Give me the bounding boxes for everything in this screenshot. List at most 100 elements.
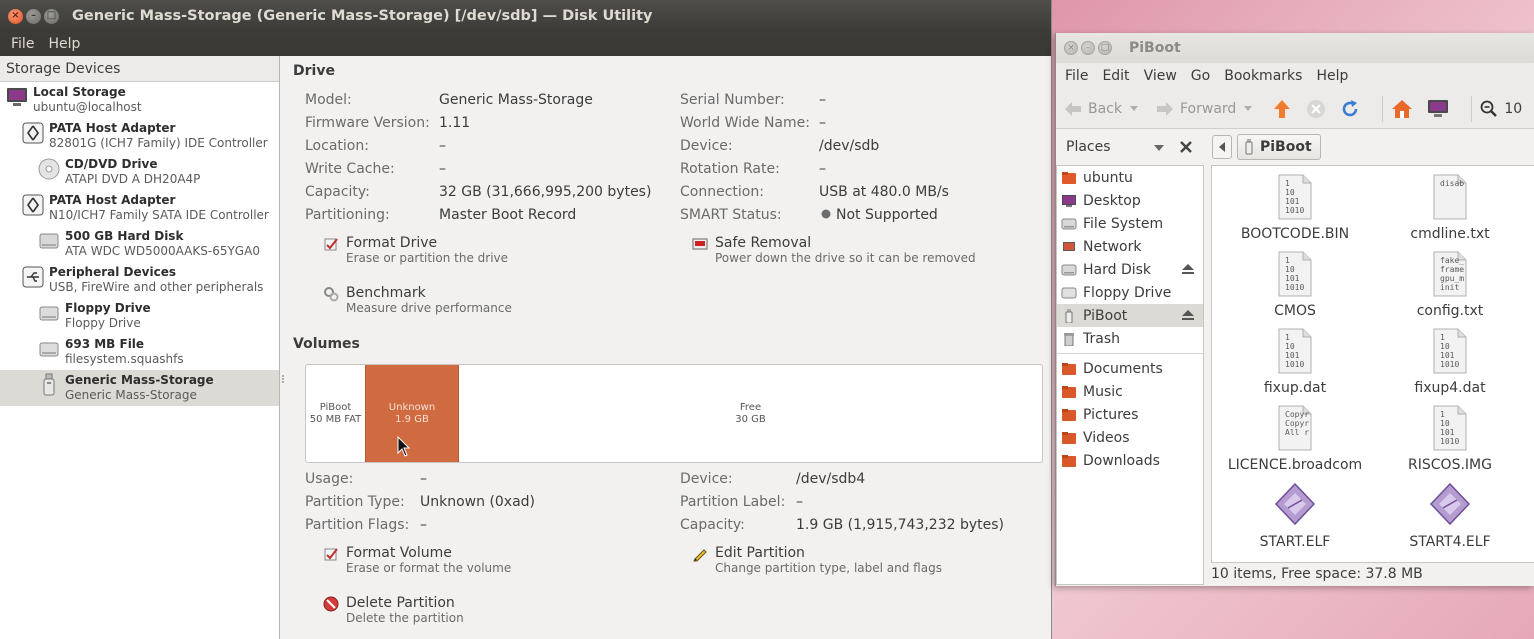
tree-item-floppy-drive[interactable]: Floppy Drive Floppy Drive — [0, 298, 279, 334]
file-preview-text: 1 10 101 1010 — [1440, 333, 1460, 369]
eject-icon[interactable] — [1181, 309, 1195, 321]
back-history-dropdown[interactable] — [1130, 105, 1144, 112]
place-label: Desktop — [1083, 192, 1141, 209]
file-item[interactable]: 1 10 101 1010 BOOTCODE.BIN — [1225, 174, 1365, 242]
tree-item-sub: ATAPI DVD A DH20A4P — [65, 172, 201, 186]
file-item[interactable]: Copyr Copyr All r LICENCE.broadcom — [1225, 405, 1365, 473]
field-label: Partition Flags: — [305, 517, 410, 533]
volume-segment-piboot[interactable]: PiBoot 50 MB FAT — [306, 365, 365, 462]
forward-button[interactable]: Forward — [1156, 101, 1236, 117]
tree-item-file-image[interactable]: 693 MB File filesystem.squashfs — [0, 334, 279, 370]
place-music[interactable]: Music — [1057, 380, 1203, 403]
menu-view[interactable]: View — [1137, 68, 1184, 84]
volume-capacity-row: Capacity: 1.9 GB (1,915,743,232 bytes) — [680, 517, 1004, 533]
place-label: Documents — [1083, 360, 1163, 377]
computer-button[interactable] — [1427, 99, 1455, 119]
minimize-window-button[interactable]: – — [1081, 41, 1095, 55]
minimize-window-button[interactable]: – — [26, 8, 41, 24]
tree-item-pata-host-adapter-2[interactable]: PATA Host Adapter N10/ICH7 Family SATA ID… — [0, 190, 279, 226]
field-label: Model: — [305, 92, 352, 108]
volume-partition-flags-row: Partition Flags: – — [305, 517, 427, 533]
file-item[interactable]: 1 10 101 1010 fixup4.dat — [1380, 328, 1520, 396]
pane-splitter-handle[interactable] — [281, 374, 285, 384]
menu-help[interactable]: Help — [41, 36, 87, 52]
file-item[interactable]: 1 10 101 1010 RISCOS.IMG — [1380, 405, 1520, 473]
menu-edit[interactable]: Edit — [1095, 68, 1136, 84]
stop-button[interactable] — [1306, 99, 1332, 119]
mouse-pointer-icon — [397, 436, 411, 457]
field-label: Serial Number: — [680, 92, 785, 108]
place-piboot[interactable]: PiBoot — [1057, 304, 1203, 327]
place-videos[interactable]: Videos — [1057, 426, 1203, 449]
tree-item-pata-host-adapter-1[interactable]: PATA Host Adapter 82801G (ICH7 Family) ID… — [0, 118, 279, 154]
path-bar: PiBoot — [1212, 133, 1321, 161]
format-volume-button[interactable]: Format Volume Erase or format the volume — [323, 545, 511, 576]
zoom-out-button[interactable]: 10 — [1480, 100, 1522, 118]
place-pictures[interactable]: Pictures — [1057, 403, 1203, 426]
file-item[interactable]: 1 10 101 1010 fixup.dat — [1225, 328, 1365, 396]
path-scroll-left-button[interactable] — [1212, 135, 1232, 159]
menu-file[interactable]: File — [4, 36, 41, 52]
reload-button[interactable] — [1340, 99, 1366, 119]
format-drive-button[interactable]: Format Drive Erase or partition the drive — [323, 235, 508, 266]
file-item[interactable]: fake_ frame gpu_m init config.txt — [1380, 251, 1520, 319]
segment-size: 50 MB FAT — [309, 413, 362, 425]
place-label: ubuntu — [1083, 169, 1133, 186]
edit-partition-button[interactable]: Edit Partition Change partition type, lab… — [692, 545, 942, 576]
menu-file[interactable]: File — [1058, 68, 1095, 84]
place-network[interactable]: Network — [1057, 235, 1203, 258]
safe-removal-button[interactable]: Safe Removal Power down the drive so it c… — [692, 235, 976, 266]
tree-item-sub: 82801G (ICH7 Family) IDE Controller — [49, 136, 268, 150]
volume-segment-free[interactable]: Free 30 GB — [459, 365, 1042, 462]
usb-drive-icon — [1245, 139, 1253, 155]
place-desktop[interactable]: Desktop — [1057, 189, 1203, 212]
menu-go[interactable]: Go — [1184, 68, 1217, 84]
action-description: Power down the drive so it can be remove… — [715, 251, 976, 265]
menu-help[interactable]: Help — [1309, 68, 1355, 84]
tree-item-generic-mass-storage[interactable]: Generic Mass-Storage Generic Mass-Storage — [0, 370, 279, 406]
up-button[interactable] — [1272, 99, 1298, 119]
volume-segment-unknown[interactable]: Unknown 1.9 GB — [365, 365, 459, 462]
file-item[interactable]: START4.ELF — [1380, 482, 1520, 550]
delete-partition-button[interactable]: Delete Partition Delete the partition — [323, 595, 464, 626]
binary-file-icon: 1 10 101 1010 — [1278, 251, 1312, 297]
tree-item-hard-disk[interactable]: 500 GB Hard Disk ATA WDC WD5000AAKS-65YGA… — [0, 226, 279, 262]
benchmark-gear-icon — [324, 287, 339, 302]
benchmark-button[interactable]: Benchmark Measure drive performance — [323, 285, 512, 316]
place-floppy-drive[interactable]: Floppy Drive — [1057, 281, 1203, 304]
field-label: Firmware Version: — [305, 115, 430, 131]
places-dropdown-chevron-icon[interactable] — [1154, 145, 1164, 151]
place-file-system[interactable]: File System — [1057, 212, 1203, 235]
chevron-down-icon — [1244, 105, 1253, 111]
place-downloads[interactable]: Downloads — [1057, 449, 1203, 472]
place-label: Pictures — [1083, 406, 1139, 423]
maximize-window-button[interactable]: □ — [44, 8, 59, 24]
segment-name: Unknown — [388, 401, 436, 413]
tree-item-cd-dvd-drive[interactable]: CD/DVD Drive ATAPI DVD A DH20A4P — [0, 154, 279, 190]
place-documents[interactable]: Documents — [1057, 357, 1203, 380]
maximize-window-button[interactable]: □ — [1098, 41, 1112, 55]
place-hard-disk[interactable]: Hard Disk — [1057, 258, 1203, 281]
place-trash[interactable]: Trash — [1057, 327, 1203, 350]
back-button[interactable]: Back — [1064, 101, 1122, 117]
up-arrow-icon — [1274, 99, 1291, 118]
place-ubuntu[interactable]: ubuntu — [1057, 166, 1203, 189]
drive-device-row: Device: /dev/sdb — [680, 138, 879, 154]
tree-item-peripheral-devices[interactable]: Peripheral Devices USB, FireWire and othe… — [0, 262, 279, 298]
path-button-piboot[interactable]: PiBoot — [1237, 134, 1321, 160]
file-item[interactable]: disab cmdline.txt — [1380, 174, 1520, 242]
home-button[interactable] — [1391, 99, 1419, 119]
field-label: Partition Type: — [305, 494, 405, 510]
drive-capacity-row: Capacity: 32 GB (31,666,995,200 bytes) — [305, 184, 651, 200]
close-window-button[interactable]: × — [1064, 41, 1078, 55]
computer-icon — [1428, 99, 1449, 117]
forward-history-dropdown[interactable] — [1244, 105, 1258, 112]
chevron-left-icon — [1219, 142, 1225, 152]
file-item[interactable]: START.ELF — [1225, 482, 1365, 550]
close-sidebar-icon[interactable] — [1180, 141, 1192, 153]
close-window-button[interactable]: × — [8, 8, 23, 24]
tree-item-local-storage[interactable]: Local Storage ubuntu@localhost — [0, 82, 279, 118]
file-item[interactable]: 1 10 101 1010 CMOS — [1225, 251, 1365, 319]
eject-icon[interactable] — [1181, 263, 1195, 275]
menu-bookmarks[interactable]: Bookmarks — [1217, 68, 1309, 84]
